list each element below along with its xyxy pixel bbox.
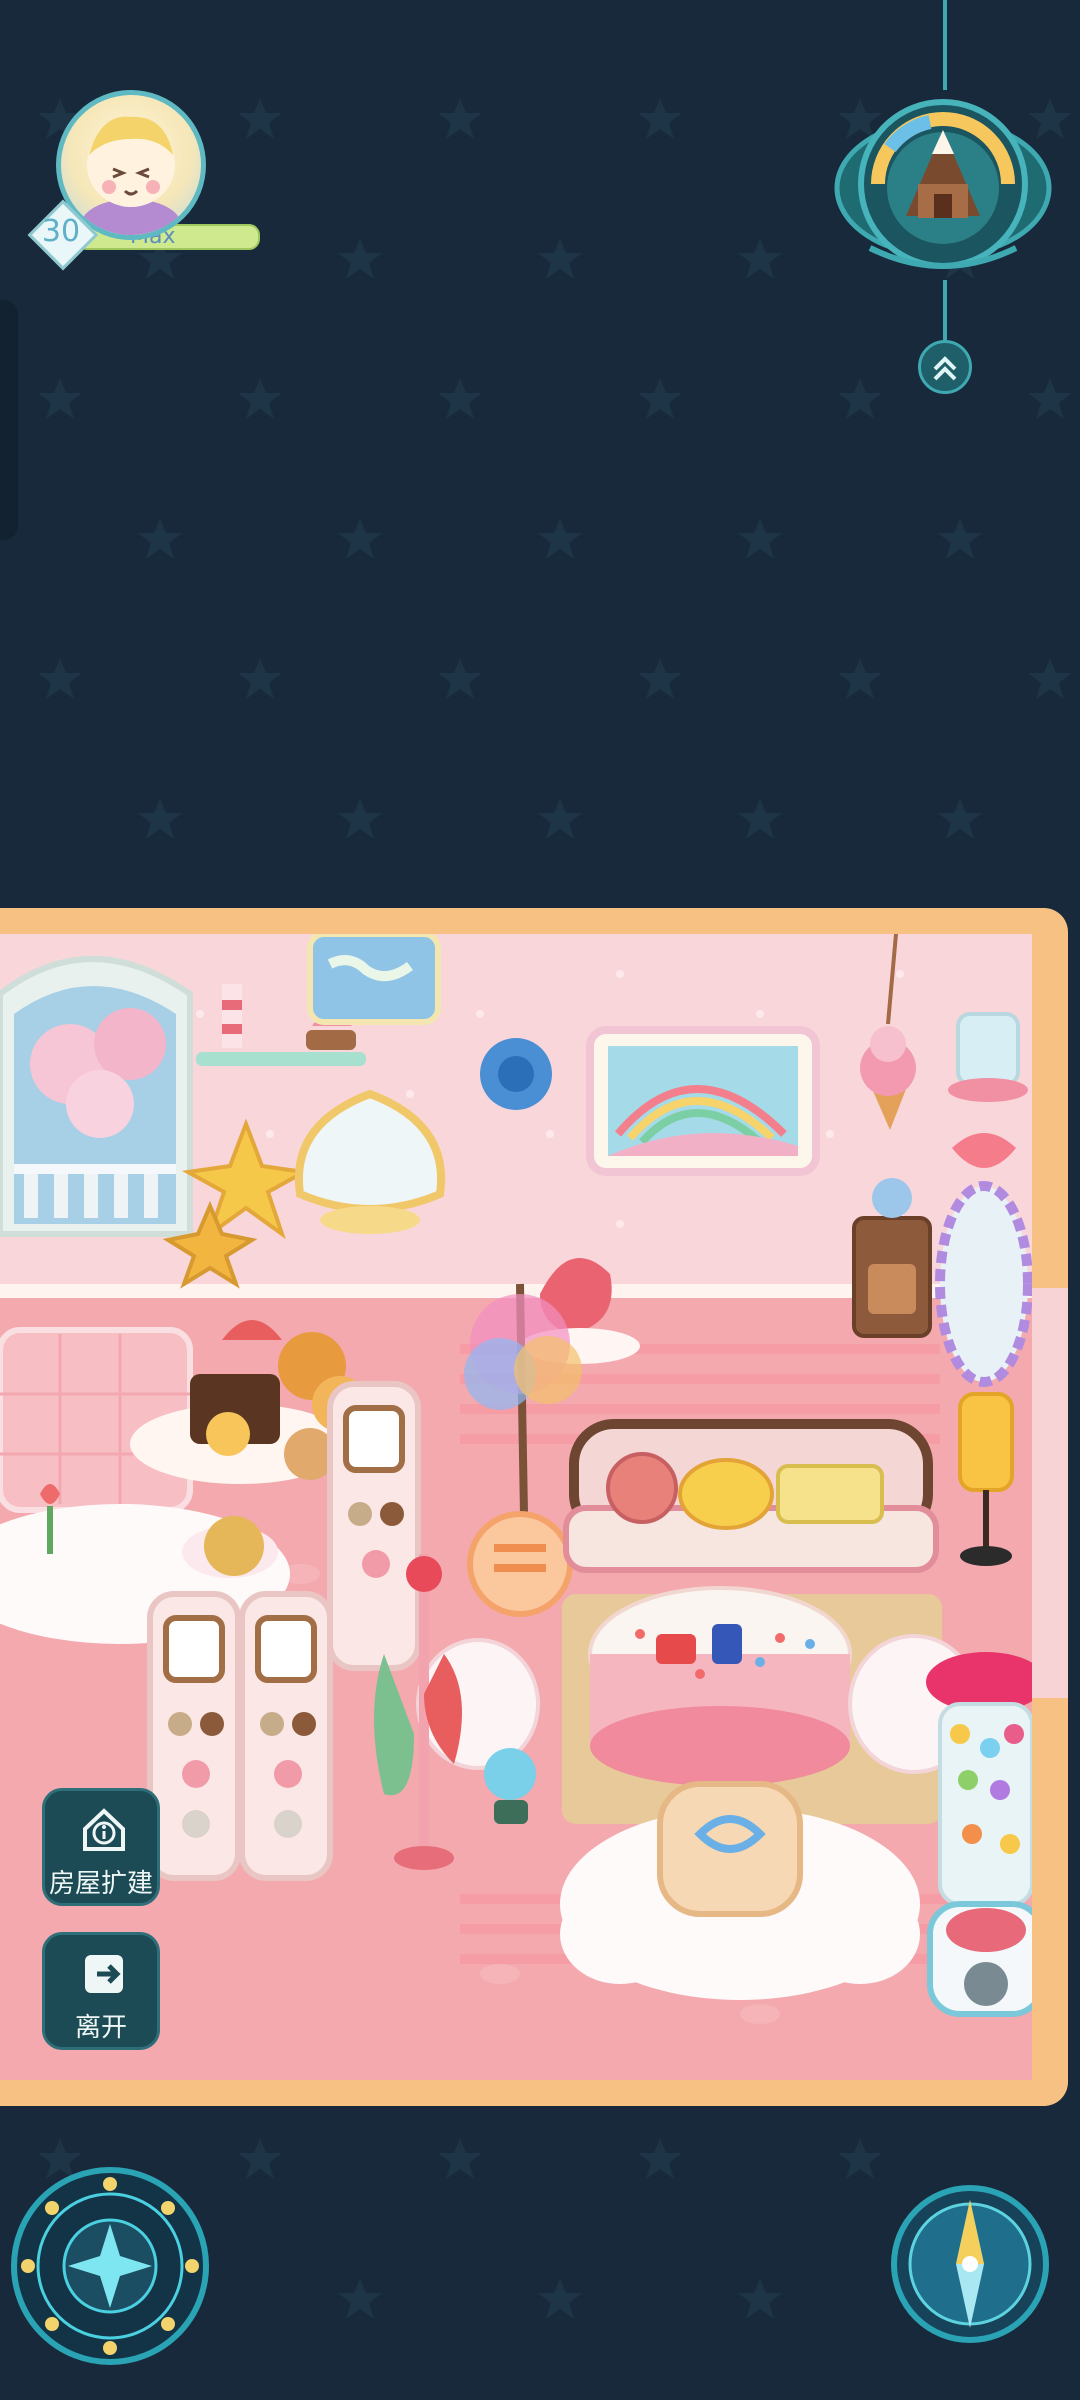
magic-circle-icon (11, 2167, 209, 2365)
gingerbread-house-icon (834, 99, 1052, 269)
leave-label: 离开 (74, 2013, 127, 2043)
house-expand-button[interactable]: 房屋扩建 (42, 1788, 160, 1906)
house-expand-label: 房屋扩建 (48, 1869, 153, 1899)
leave-button[interactable]: 离开 (42, 1932, 160, 2050)
chevron-double-up-icon (933, 356, 957, 381)
hanging-string (943, 0, 947, 90)
exit-door-icon (85, 1955, 123, 1993)
room-scene (0, 934, 1032, 2080)
magic-circle-button[interactable] (10, 2166, 210, 2366)
house-info-icon (83, 1808, 125, 1851)
player-avatar[interactable]: Max 30 (27, 88, 260, 271)
compass-icon (891, 2185, 1049, 2343)
player-level: 30 (41, 214, 81, 249)
hanging-string-lower (943, 280, 947, 340)
room-interior[interactable] (0, 934, 1032, 2080)
side-drawer-tab[interactable] (0, 300, 18, 540)
compass-button[interactable] (890, 2184, 1050, 2344)
room-frame (0, 908, 1068, 2106)
gingerbread-house-badge[interactable] (830, 88, 1056, 288)
collapse-button[interactable] (918, 340, 972, 394)
room-doorway (1032, 1288, 1068, 1698)
